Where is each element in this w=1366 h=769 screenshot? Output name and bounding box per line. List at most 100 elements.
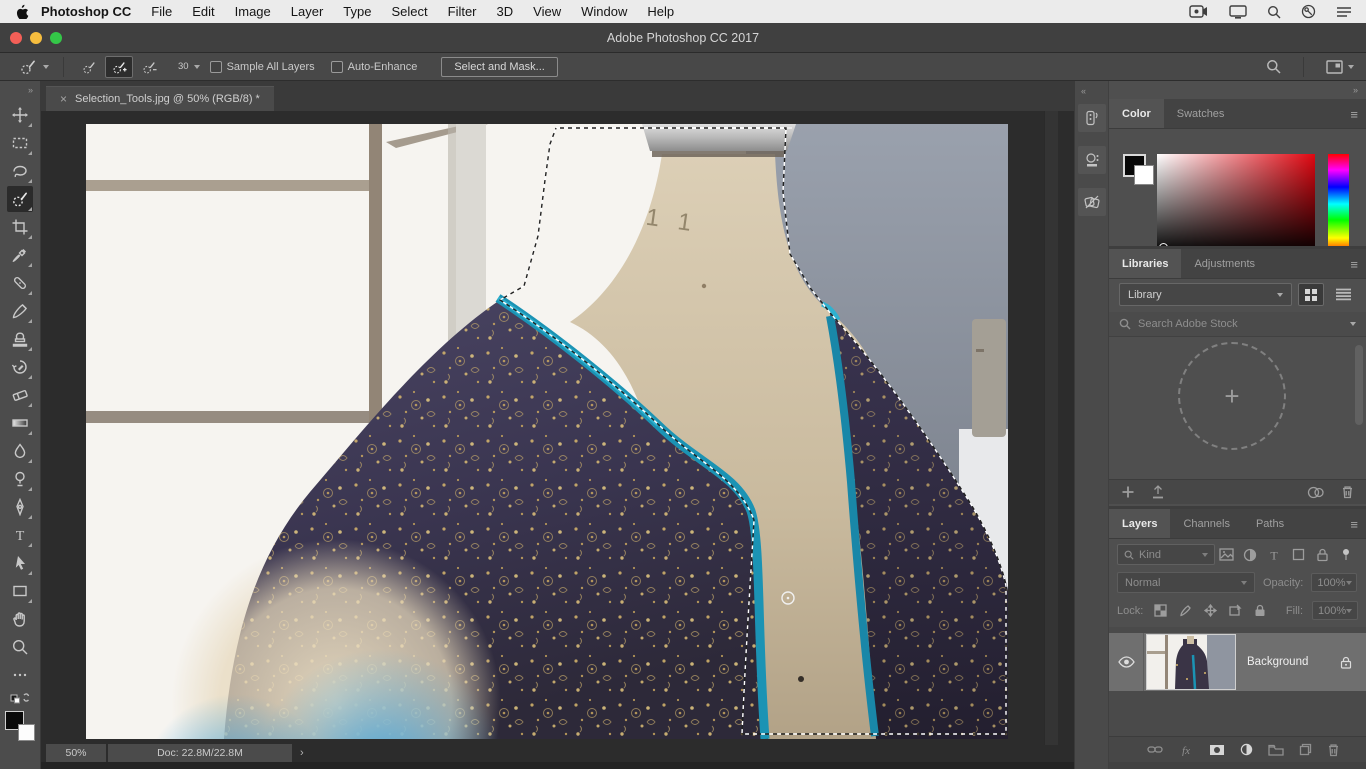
status-chevron-icon[interactable] (300, 747, 304, 759)
quick-selection-tool[interactable] (7, 186, 33, 212)
filter-type-layers-icon[interactable]: T (1262, 548, 1286, 562)
lock-all-icon[interactable] (1252, 604, 1268, 617)
add-to-selection-mode-button[interactable] (105, 56, 133, 78)
filter-adjustment-layers-icon[interactable] (1239, 548, 1263, 562)
workspace-switcher[interactable] (1326, 60, 1354, 74)
subtract-from-selection-mode-button[interactable] (135, 56, 163, 78)
blend-mode-select[interactable]: Normal (1117, 572, 1255, 593)
tab-paths[interactable]: Paths (1243, 509, 1297, 538)
brush-tool[interactable] (7, 298, 33, 324)
menu-edit[interactable]: Edit (182, 4, 224, 19)
menu-view[interactable]: View (523, 4, 571, 19)
document-tab[interactable]: × Selection_Tools.jpg @ 50% (RGB/8) * (46, 86, 274, 111)
delete-library-item-button[interactable] (1341, 485, 1354, 499)
menu-3d[interactable]: 3D (487, 4, 524, 19)
pen-tool[interactable] (7, 494, 33, 520)
libraries-panel-icon[interactable] (1078, 188, 1106, 216)
tab-color[interactable]: Color (1109, 99, 1164, 128)
zoom-level-field[interactable]: 50% (46, 744, 106, 762)
new-group-button[interactable] (1268, 744, 1284, 756)
library-drop-zone[interactable]: + (1109, 337, 1366, 479)
lock-position-icon[interactable] (1202, 604, 1218, 617)
layer-filter-kind-select[interactable]: Kind (1117, 544, 1215, 565)
tool-preset-picker[interactable] (14, 56, 53, 78)
layer-thumbnail[interactable] (1147, 635, 1235, 689)
tab-libraries[interactable]: Libraries (1109, 249, 1181, 278)
checkbox-box[interactable] (331, 61, 343, 73)
history-brush-tool[interactable] (7, 354, 33, 380)
history-panel-icon[interactable] (1078, 104, 1106, 132)
select-and-mask-button[interactable]: Select and Mask... (441, 57, 558, 77)
panel-menu-icon[interactable] (1350, 257, 1358, 272)
path-selection-tool[interactable] (7, 550, 33, 576)
library-scrollbar[interactable] (1355, 345, 1363, 425)
filter-pixel-layers-icon[interactable] (1215, 548, 1239, 561)
panel-menu-icon[interactable] (1350, 107, 1358, 122)
menu-file[interactable]: File (141, 4, 182, 19)
collapse-panels-icon[interactable] (1109, 81, 1366, 99)
lock-pixels-icon[interactable] (1177, 604, 1193, 617)
canvas[interactable]: 1 1 (86, 124, 1008, 739)
menu-select[interactable]: Select (381, 4, 437, 19)
menu-image[interactable]: Image (225, 4, 281, 19)
link-layers-button[interactable] (1147, 745, 1163, 754)
keychain-icon[interactable] (1301, 4, 1316, 19)
tab-layers[interactable]: Layers (1109, 509, 1170, 538)
type-tool[interactable]: T (7, 522, 33, 548)
dodge-tool[interactable] (7, 466, 33, 492)
spot-healing-brush-tool[interactable] (7, 270, 33, 296)
opacity-value-field[interactable]: 100% (1311, 573, 1357, 592)
minimize-window-button[interactable] (30, 32, 42, 44)
menu-help[interactable]: Help (637, 4, 684, 19)
device-preview-panel-icon[interactable] (1078, 146, 1106, 174)
sample-all-layers-checkbox[interactable]: Sample All Layers (210, 61, 315, 73)
lasso-tool[interactable] (7, 158, 33, 184)
list-view-button[interactable] (1330, 283, 1356, 306)
tab-channels[interactable]: Channels (1170, 509, 1242, 538)
hand-tool[interactable] (7, 606, 33, 632)
rectangular-marquee-tool[interactable] (7, 130, 33, 156)
panel-menu-icon[interactable] (1350, 517, 1358, 532)
notification-center-icon[interactable] (1336, 6, 1352, 18)
doc-size-readout[interactable]: Doc: 22.8M/22.8M (108, 744, 292, 762)
new-layer-button[interactable] (1299, 743, 1312, 756)
brush-size-picker[interactable]: 30 (178, 61, 200, 72)
background-color-swatch[interactable] (18, 724, 35, 741)
rectangle-shape-tool[interactable] (7, 578, 33, 604)
upload-library-button[interactable] (1151, 485, 1165, 499)
fill-value-field[interactable]: 100% (1312, 601, 1358, 620)
layer-name[interactable]: Background (1247, 656, 1340, 668)
color-swatch-pair[interactable] (1123, 154, 1157, 188)
default-swap-colors-icon[interactable] (7, 690, 33, 706)
hue-strip[interactable] (1328, 154, 1349, 254)
menu-layer[interactable]: Layer (281, 4, 334, 19)
document-vertical-scrollbar[interactable] (1044, 111, 1058, 745)
grid-view-button[interactable] (1298, 283, 1324, 306)
lock-artboard-icon[interactable] (1227, 604, 1243, 617)
delete-layer-button[interactable] (1327, 743, 1340, 757)
gradient-tool[interactable] (7, 410, 33, 436)
move-tool[interactable] (7, 102, 33, 128)
menu-type[interactable]: Type (333, 4, 381, 19)
lock-transparency-icon[interactable] (1152, 604, 1168, 617)
checkbox-box[interactable] (210, 61, 222, 73)
close-document-icon[interactable]: × (60, 92, 67, 106)
pasteboard[interactable]: 1 1 (41, 111, 1074, 769)
menu-window[interactable]: Window (571, 4, 637, 19)
layer-visibility-toggle[interactable] (1109, 633, 1144, 691)
collapse-tools-icon[interactable]: » (28, 85, 40, 95)
zoom-tool[interactable] (7, 634, 33, 660)
expand-panels-icon[interactable]: « (1075, 86, 1086, 96)
saturation-brightness-picker[interactable] (1157, 154, 1315, 254)
background-color-swatch[interactable] (1134, 165, 1154, 185)
tab-swatches[interactable]: Swatches (1164, 99, 1238, 128)
edit-toolbar-button[interactable] (7, 662, 33, 688)
foreground-background-swatches[interactable] (5, 711, 35, 741)
eyedropper-tool[interactable] (7, 242, 33, 268)
clone-stamp-tool[interactable] (7, 326, 33, 352)
menu-photoshop[interactable]: Photoshop CC (35, 4, 141, 19)
filter-smart-objects-icon[interactable] (1310, 548, 1334, 562)
layer-filter-toggle[interactable] (1334, 548, 1358, 562)
tab-adjustments[interactable]: Adjustments (1181, 249, 1268, 278)
filter-shape-layers-icon[interactable] (1286, 548, 1310, 561)
